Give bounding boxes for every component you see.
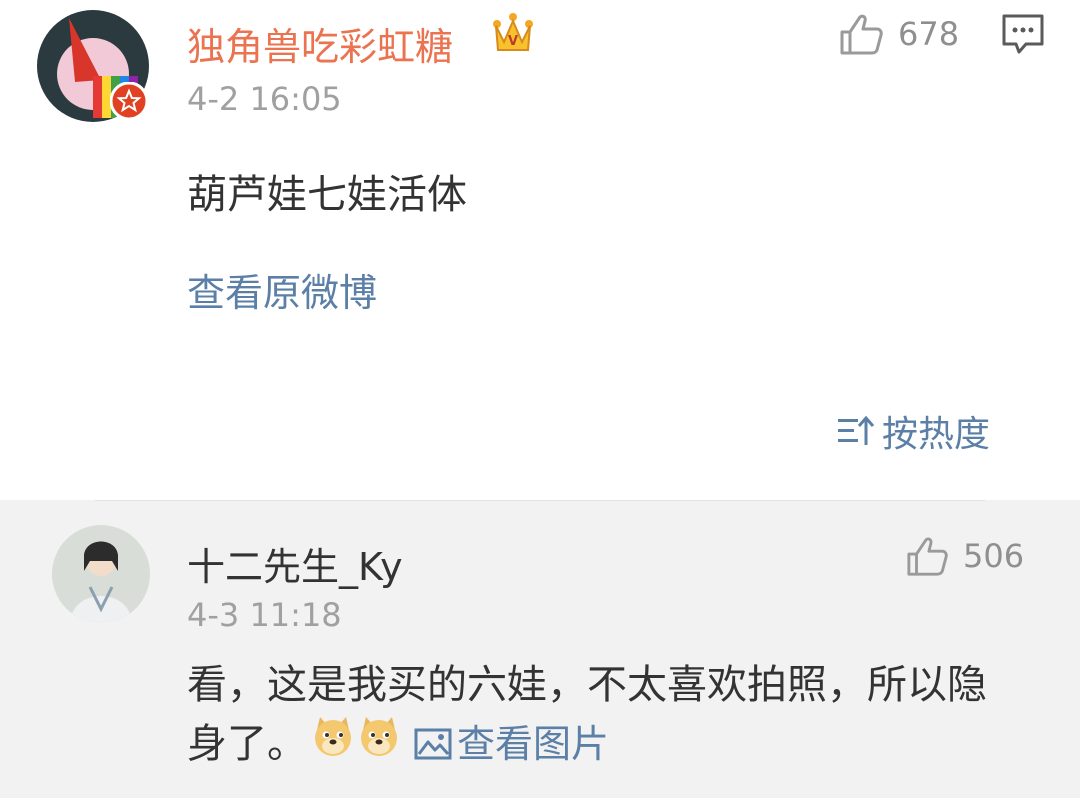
divider xyxy=(95,500,985,501)
view-original-link[interactable]: 查看原微博 xyxy=(187,262,377,317)
like-button[interactable]: 678 xyxy=(838,12,959,56)
reply-text-line2-row: 身了。 查看图片 xyxy=(187,714,1047,774)
reply-text-line1: 看，这是我买的六娃，不太喜欢拍照，所以隐 xyxy=(187,662,987,708)
svg-text:V: V xyxy=(508,34,518,49)
sort-button[interactable]: 按热度 xyxy=(836,405,990,457)
reply-like-count: 506 xyxy=(963,537,1025,575)
post-timestamp: 4-2 16:05 xyxy=(187,80,342,118)
view-image-link[interactable]: 查看图片 xyxy=(413,715,609,773)
reply-text: 看，这是我买的六娃，不太喜欢拍照，所以隐 身了。 查看图片 xyxy=(187,656,1047,774)
thumb-up-icon xyxy=(907,537,948,576)
doge-emoji xyxy=(357,714,401,774)
reply-text-line2: 身了。 xyxy=(187,721,307,767)
reply-timestamp: 4-3 11:18 xyxy=(187,596,342,634)
view-image-label: 查看图片 xyxy=(457,722,610,766)
reply-comment: 十二先生_Ky 4-3 11:18 506 看，这是我买的六娃，不太喜欢拍照，所… xyxy=(0,500,1080,798)
sort-icon xyxy=(838,415,875,445)
thumb-up-icon xyxy=(840,14,883,55)
original-post: 独角兽吃彩虹糖 V 4-2 16:05 678 葫芦娃七娃活体 查看原微博 按热… xyxy=(0,0,1080,500)
sort-label: 按热度 xyxy=(882,414,991,455)
post-username[interactable]: 独角兽吃彩虹糖 xyxy=(187,16,453,71)
doge-emoji xyxy=(311,714,355,774)
post-text: 葫芦娃七娃活体 xyxy=(187,172,467,218)
like-count: 678 xyxy=(898,15,960,53)
comment-icon[interactable] xyxy=(1000,12,1046,56)
reply-avatar[interactable] xyxy=(52,525,150,623)
crown-icon: V xyxy=(492,12,534,56)
reply-username[interactable]: 十二先生_Ky xyxy=(187,536,403,591)
image-icon xyxy=(414,728,452,760)
verified-badge-icon xyxy=(109,81,149,121)
reply-like-button[interactable]: 506 xyxy=(905,535,1024,577)
